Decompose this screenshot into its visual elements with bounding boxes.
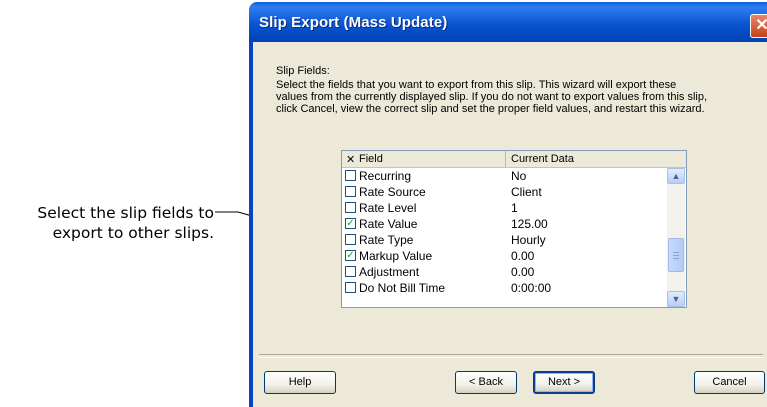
field-checkbox[interactable] <box>345 266 356 277</box>
help-button-label: Help <box>288 376 312 388</box>
description-line: values from the currently displayed slip… <box>276 91 708 103</box>
checkmark-icon: ✓ <box>346 250 355 261</box>
callout-text: Select the slip fields to export to othe… <box>0 203 214 243</box>
field-name: Markup Value <box>359 249 433 263</box>
list-row[interactable]: ✓ Markup Value 0.00 <box>342 248 668 264</box>
column-separator[interactable] <box>505 151 506 167</box>
list-row[interactable]: Rate Type Hourly <box>342 232 668 248</box>
close-button[interactable]: ✕ <box>750 14 767 38</box>
title-bar[interactable]: Slip Export (Mass Update) ✕ <box>249 2 767 42</box>
chevron-down-icon: ▼ <box>671 294 681 304</box>
list-header: ✕ Field Current Data <box>342 151 686 168</box>
list-row[interactable]: Do Not Bill Time 0:00:00 <box>342 280 668 296</box>
description-line: click Cancel, view the correct slip and … <box>276 103 705 115</box>
field-value: 125.00 <box>511 217 548 231</box>
list-row[interactable]: ✓ Rate Value 125.00 <box>342 216 668 232</box>
scrollbar-thumb[interactable] <box>668 238 684 272</box>
field-checkbox[interactable]: ✓ <box>345 250 356 261</box>
slip-export-dialog: Slip Export (Mass Update) ✕ Slip Fields:… <box>249 2 767 407</box>
description-line: Select the fields that you want to expor… <box>276 79 677 91</box>
help-button[interactable]: Help <box>264 371 336 394</box>
next-button-label: Next > <box>547 376 581 388</box>
cancel-button-label: Cancel <box>712 376 747 388</box>
field-checkbox[interactable] <box>345 282 356 293</box>
field-checkbox[interactable] <box>345 234 356 245</box>
button-divider <box>259 354 763 358</box>
list-row[interactable]: Adjustment 0.00 <box>342 264 668 280</box>
vertical-scrollbar[interactable]: ▲ ▼ <box>667 168 685 307</box>
field-name: Rate Type <box>359 233 414 247</box>
chevron-up-icon: ▲ <box>671 171 681 181</box>
back-button-label: < Back <box>469 376 503 388</box>
dialog-client: Slip Fields: Select the fields that you … <box>253 42 767 407</box>
field-checkbox[interactable]: ✓ <box>345 218 356 229</box>
field-value: 0.00 <box>511 265 535 279</box>
column-header-field[interactable]: Field <box>359 153 383 165</box>
field-name: Rate Source <box>359 185 426 199</box>
field-checkbox[interactable] <box>345 186 356 197</box>
close-icon: ✕ <box>755 17 767 34</box>
callout-line-1: Select the slip fields to <box>37 204 214 222</box>
checkmark-icon: ✓ <box>346 218 355 229</box>
field-name: Do Not Bill Time <box>359 281 446 295</box>
window-frame: Slip Fields: Select the fields that you … <box>249 42 767 407</box>
list-row[interactable]: Rate Source Client <box>342 184 668 200</box>
scroll-up-button[interactable]: ▲ <box>667 168 685 184</box>
field-value: Client <box>511 185 542 199</box>
column-header-check[interactable]: ✕ <box>346 153 355 166</box>
field-checkbox[interactable] <box>345 170 356 181</box>
column-header-current-data[interactable]: Current Data <box>511 153 574 165</box>
cancel-button[interactable]: Cancel <box>694 371 765 394</box>
field-name: Rate Value <box>359 217 418 231</box>
field-value: 0:00:00 <box>511 281 552 295</box>
callout-line-2: export to other slips. <box>52 224 214 242</box>
list-row[interactable]: Rate Level 1 <box>342 200 668 216</box>
field-name: Rate Level <box>359 201 417 215</box>
field-value: No <box>511 169 527 183</box>
field-value: 0.00 <box>511 249 535 263</box>
back-button[interactable]: < Back <box>455 371 517 394</box>
field-value: Hourly <box>511 233 546 247</box>
field-value: 1 <box>511 201 518 215</box>
field-checkbox[interactable] <box>345 202 356 213</box>
section-heading: Slip Fields: <box>276 65 330 77</box>
scroll-down-button[interactable]: ▼ <box>667 291 685 307</box>
field-name: Recurring <box>359 169 412 183</box>
field-name: Adjustment <box>359 265 420 279</box>
instructions: Slip Fields: Select the fields that you … <box>276 65 766 115</box>
slip-fields-list: ✕ Field Current Data Recurring No Rate S… <box>341 150 687 308</box>
dialog-title: Slip Export (Mass Update) <box>259 14 448 31</box>
next-button[interactable]: Next > <box>533 371 595 394</box>
list-row[interactable]: Recurring No <box>342 168 668 184</box>
